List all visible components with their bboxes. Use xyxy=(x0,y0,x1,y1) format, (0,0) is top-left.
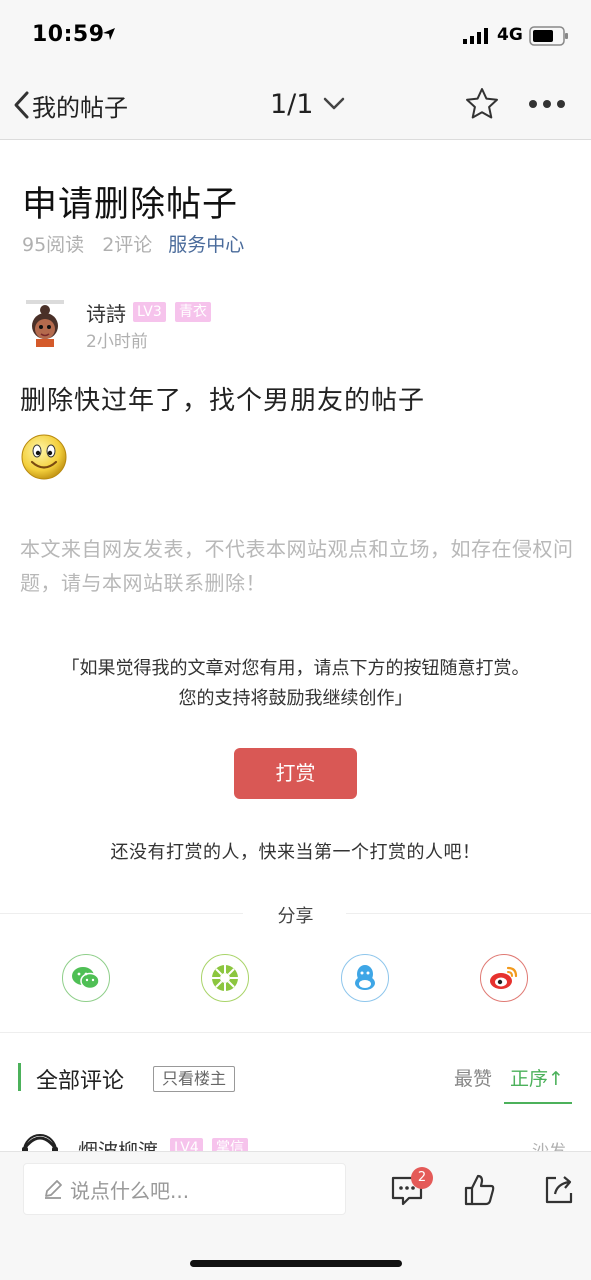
post-title: 申请删除帖子 xyxy=(22,185,239,225)
nav-bar: 我的帖子 1/1 xyxy=(0,72,591,140)
read-count: 95阅读 xyxy=(22,234,85,256)
favorite-star-icon[interactable] xyxy=(464,86,500,122)
section-divider xyxy=(0,1032,591,1033)
owner-only-button[interactable]: 只看楼主 xyxy=(153,1066,236,1092)
more-icon[interactable] xyxy=(528,98,566,110)
reward-button[interactable]: 打赏 xyxy=(234,748,357,799)
sort-order-tab[interactable]: 正序↑ xyxy=(510,1064,564,1091)
commenter-level-badge: LV4 xyxy=(170,1138,203,1152)
commenter-rank-badge: 掌信 xyxy=(212,1138,248,1152)
smiley-emoji-icon xyxy=(21,434,67,480)
bottom-toolbar: 说点什么吧... 2 xyxy=(0,1151,591,1280)
chevron-down-icon xyxy=(324,97,345,110)
comment-count: 2评论 xyxy=(102,234,153,256)
reward-prompt-line-1: 「如果觉得我的文章对您有用，请点下方的按钮随意打赏。 xyxy=(61,658,530,679)
thumbs-up-icon[interactable] xyxy=(462,1172,498,1208)
wechat-icon xyxy=(72,967,100,990)
pencil-icon xyxy=(45,1180,62,1199)
back-button[interactable]: 我的帖子 xyxy=(12,88,128,122)
comment-count-badge: 2 xyxy=(411,1167,433,1189)
location-arrow-icon xyxy=(103,28,115,40)
status-time: 10:59 xyxy=(32,22,105,47)
back-label: 我的帖子 xyxy=(32,93,128,122)
post-body: 删除快过年了，找个男朋友的帖子 xyxy=(20,386,426,416)
share-wechat-button[interactable] xyxy=(62,954,110,1002)
weibo-icon xyxy=(490,966,518,989)
share-weibo-button[interactable] xyxy=(480,954,528,1002)
comment-input[interactable]: 说点什么吧... xyxy=(23,1163,346,1215)
author-level-badge: LV3 xyxy=(133,302,166,322)
chevron-left-icon xyxy=(14,91,29,119)
status-bar: 10:59 4G xyxy=(0,0,591,72)
reward-prompt-line-2: 您的支持将鼓励我继续创作」 xyxy=(178,688,413,709)
page-selector[interactable]: 1/1 xyxy=(270,86,345,122)
home-indicator[interactable] xyxy=(190,1260,402,1267)
commenter-avatar[interactable] xyxy=(20,1129,60,1152)
sort-active-underline xyxy=(504,1102,572,1104)
share-moments-button[interactable] xyxy=(201,954,249,1002)
share-label: 分享 xyxy=(277,906,314,927)
commenter-name[interactable]: 烟波柳渡 xyxy=(78,1135,158,1152)
category-link[interactable]: 服务中心 xyxy=(168,230,244,257)
post-meta: 95阅读 2评论 服务中心 xyxy=(22,230,244,257)
signal-icon xyxy=(463,28,488,44)
share-qq-button[interactable] xyxy=(341,954,389,1002)
no-reward-text: 还没有打赏的人，快来当第一个打赏的人吧！ xyxy=(110,842,481,863)
moments-icon xyxy=(212,965,238,991)
page-indicator: 1/1 xyxy=(270,88,314,120)
network-type: 4G xyxy=(497,25,523,45)
author-rank-badge: 青衣 xyxy=(175,302,211,322)
comment-floor-tag: 沙发 xyxy=(532,1142,566,1152)
sort-popular-tab[interactable]: 最赞 xyxy=(454,1064,492,1091)
reward-prompt: 「如果觉得我的文章对您有用，请点下方的按钮随意打赏。 您的支持将鼓励我继续创作」 xyxy=(20,654,571,714)
author-name[interactable]: 诗詩 xyxy=(86,298,126,327)
comment-placeholder: 说点什么吧... xyxy=(70,1178,190,1203)
disclaimer: 本文来自网友发表，不代表本网站观点和立场，如存在侵权问题，请与本网站联系删除！ xyxy=(20,537,574,595)
post-time: 2小时前 xyxy=(86,332,148,352)
qq-icon xyxy=(355,965,375,990)
comments-title: 全部评论 xyxy=(36,1069,125,1094)
battery-icon xyxy=(529,26,568,46)
share-out-icon[interactable] xyxy=(541,1172,577,1208)
comments-accent-bar xyxy=(18,1063,21,1091)
comment-item[interactable]: 烟波柳渡 LV4 掌信 沙发 xyxy=(0,1118,591,1152)
author-avatar[interactable] xyxy=(22,296,68,348)
